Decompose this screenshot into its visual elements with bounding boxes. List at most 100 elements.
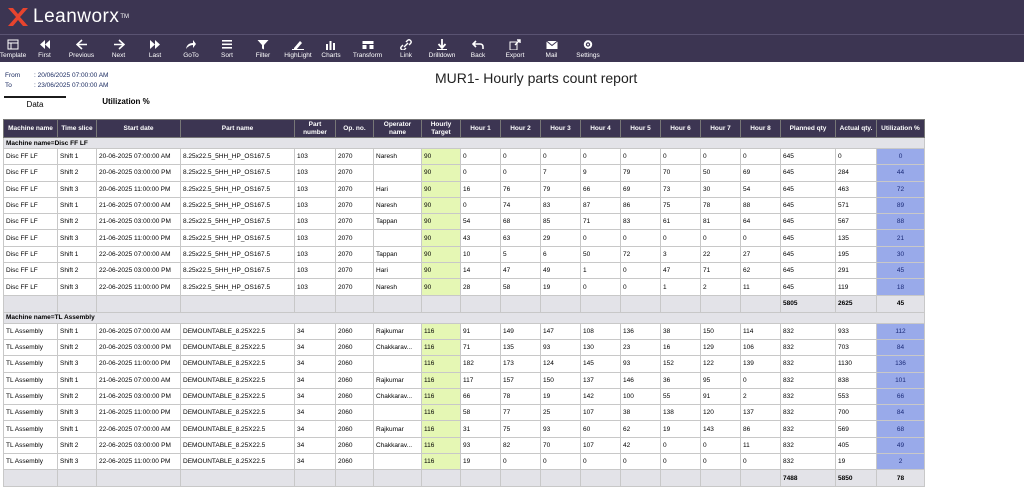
table-cell: Rajkumar [373,371,422,389]
table-cell: 34 [294,387,336,406]
export-button[interactable]: Export [496,35,534,63]
last-button[interactable]: Last [137,35,173,63]
table-row[interactable]: TL Assembly Shift 3 22-06-2025 11:00:00 PM… [3,453,925,471]
column-header[interactable]: Part number [294,119,336,138]
subtotal-empty-cell [500,294,541,313]
column-header[interactable]: Hour 7 [700,119,741,138]
table-cell: 5 [500,245,541,264]
table-cell: 8.25x22.5_5HH_HP_OS167.5 [180,262,295,280]
table-cell: Chakkarav... [373,338,422,357]
filter-button[interactable]: Filter [245,35,281,63]
table-cell: 645 [780,196,836,215]
table-cell: 71 [460,338,501,357]
table-cell: 103 [294,278,336,296]
group-header-row[interactable]: Machine name=Disc FF LF [3,137,925,149]
table-cell: Disc FF LF [3,262,58,280]
table-row[interactable]: Disc FF LF Shift 1 21-06-2025 07:00:00 AM 8… [3,196,925,215]
table-row[interactable]: TL Assembly Shift 2 20-06-2025 03:00:00 PM… [3,338,925,357]
column-header[interactable]: Time slice [57,119,97,138]
table-row[interactable]: TL Assembly Shift 1 20-06-2025 07:00:00 AM… [3,322,925,340]
column-header[interactable]: Hour 3 [540,119,581,138]
column-header[interactable]: Planned qty [780,119,836,138]
table-cell: 93 [540,420,581,438]
brand-trademark: TM [120,14,130,20]
column-header[interactable]: Start date [96,119,181,138]
table-cell: 2060 [335,371,374,389]
table-row[interactable]: Disc FF LF Shift 1 22-06-2025 07:00:00 AM 8… [3,245,925,264]
column-header[interactable]: Machine name [3,119,58,138]
template-button[interactable]: Template [0,35,26,63]
table-cell: 0 [620,453,661,471]
table-header-row: Machine name Time slice Start date Part nam… [3,119,925,138]
table-cell: 107 [580,436,621,455]
table-cell [373,355,422,373]
subtotal-empty-cell [3,294,58,313]
table-row[interactable]: TL Assembly Shift 2 21-06-2025 03:00:00 PM… [3,387,925,406]
sort-button[interactable]: Sort [209,35,245,63]
table-cell: 54 [740,180,781,198]
toolbar-label: Mail [545,52,558,59]
link-button[interactable]: Link [388,35,424,63]
first-button[interactable]: First [26,35,63,63]
transform-button[interactable]: Transform [347,35,388,63]
table-row[interactable]: Disc FF LF Shift 3 20-06-2025 11:00:00 PM 8… [3,180,925,198]
table-cell: Shift 1 [57,322,97,340]
settings-button[interactable]: Settings [569,35,607,63]
drilldown-button[interactable]: Drilldown [424,35,460,63]
table-cell: 55 [660,387,701,406]
mail-button[interactable]: Mail [534,35,569,63]
table-row[interactable]: TL Assembly Shift 3 20-06-2025 11:00:00 PM… [3,355,925,373]
subtotal-utilization: 45 [876,294,925,313]
table-row[interactable]: TL Assembly Shift 3 21-06-2025 11:00:00 PM… [3,404,925,422]
table-cell: Shift 2 [57,164,97,182]
table-cell: 36 [660,371,701,389]
table-row[interactable]: Disc FF LF Shift 2 22-06-2025 03:00:00 PM 8… [3,262,925,280]
toolbar-label: Back [470,52,486,59]
to-date-value: : 23/06/2025 07:00:00 AM [34,82,109,89]
toolbar-label: Settings [576,52,600,59]
table-cell: 700 [835,404,877,422]
table-cell: Shift 2 [57,262,97,280]
table-row[interactable]: TL Assembly Shift 1 21-06-2025 07:00:00 AM… [3,371,925,389]
toolbar-label: Export [505,52,525,59]
table-row[interactable]: Disc FF LF Shift 3 21-06-2025 11:00:00 PM 8… [3,229,925,247]
tab-utilization[interactable]: Utilization % [81,96,171,112]
table-cell: 2060 [335,387,374,406]
column-header[interactable]: Hourly Target [421,119,461,138]
column-header[interactable]: Hour 4 [580,119,621,138]
highlight-icon [292,39,304,50]
column-header[interactable]: Hour 2 [500,119,541,138]
table-cell: 101 [876,371,925,389]
table-row[interactable]: Disc FF LF Shift 1 20-06-2025 07:00:00 AM 8… [3,147,925,166]
table-cell: 571 [835,196,877,215]
column-header[interactable]: Operator name [373,119,422,138]
goto-button[interactable]: GoTo [173,35,209,63]
table-row[interactable]: TL Assembly Shift 2 22-06-2025 03:00:00 PM… [3,436,925,455]
table-cell: 152 [660,355,701,373]
previous-button[interactable]: Previous [63,35,100,63]
next-button[interactable]: Next [100,35,137,63]
column-header[interactable]: Actual qty. [835,119,877,138]
table-row[interactable]: Disc FF LF Shift 2 21-06-2025 03:00:00 PM 8… [3,213,925,231]
column-header[interactable]: Utilization % [876,119,925,138]
highlight-button[interactable]: HighLight [281,35,315,63]
column-header[interactable]: Hour 8 [740,119,781,138]
table-row[interactable]: Disc FF LF Shift 3 22-06-2025 11:00:00 PM 8… [3,278,925,296]
column-header[interactable]: Part name [180,119,295,138]
column-header[interactable]: Op. no. [335,119,374,138]
table-cell: 0 [620,262,661,280]
table-cell: 103 [294,164,336,182]
charts-button[interactable]: Charts [315,35,347,63]
table-row[interactable]: TL Assembly Shift 1 22-06-2025 07:00:00 AM… [3,420,925,438]
table-cell: 79 [540,180,581,198]
column-header[interactable]: Hour 6 [660,119,701,138]
back-button[interactable]: Back [460,35,496,63]
subtotal-empty-cell [294,294,336,313]
table-row[interactable]: Disc FF LF Shift 2 20-06-2025 03:00:00 PM 8… [3,164,925,182]
group-header-row[interactable]: Machine name=TL Assembly [3,311,925,324]
subtotal-empty-cell [660,294,701,313]
tab-data[interactable]: Data [4,96,66,112]
column-header[interactable]: Hour 1 [460,119,501,138]
table-cell: 68 [500,213,541,231]
column-header[interactable]: Hour 5 [620,119,661,138]
